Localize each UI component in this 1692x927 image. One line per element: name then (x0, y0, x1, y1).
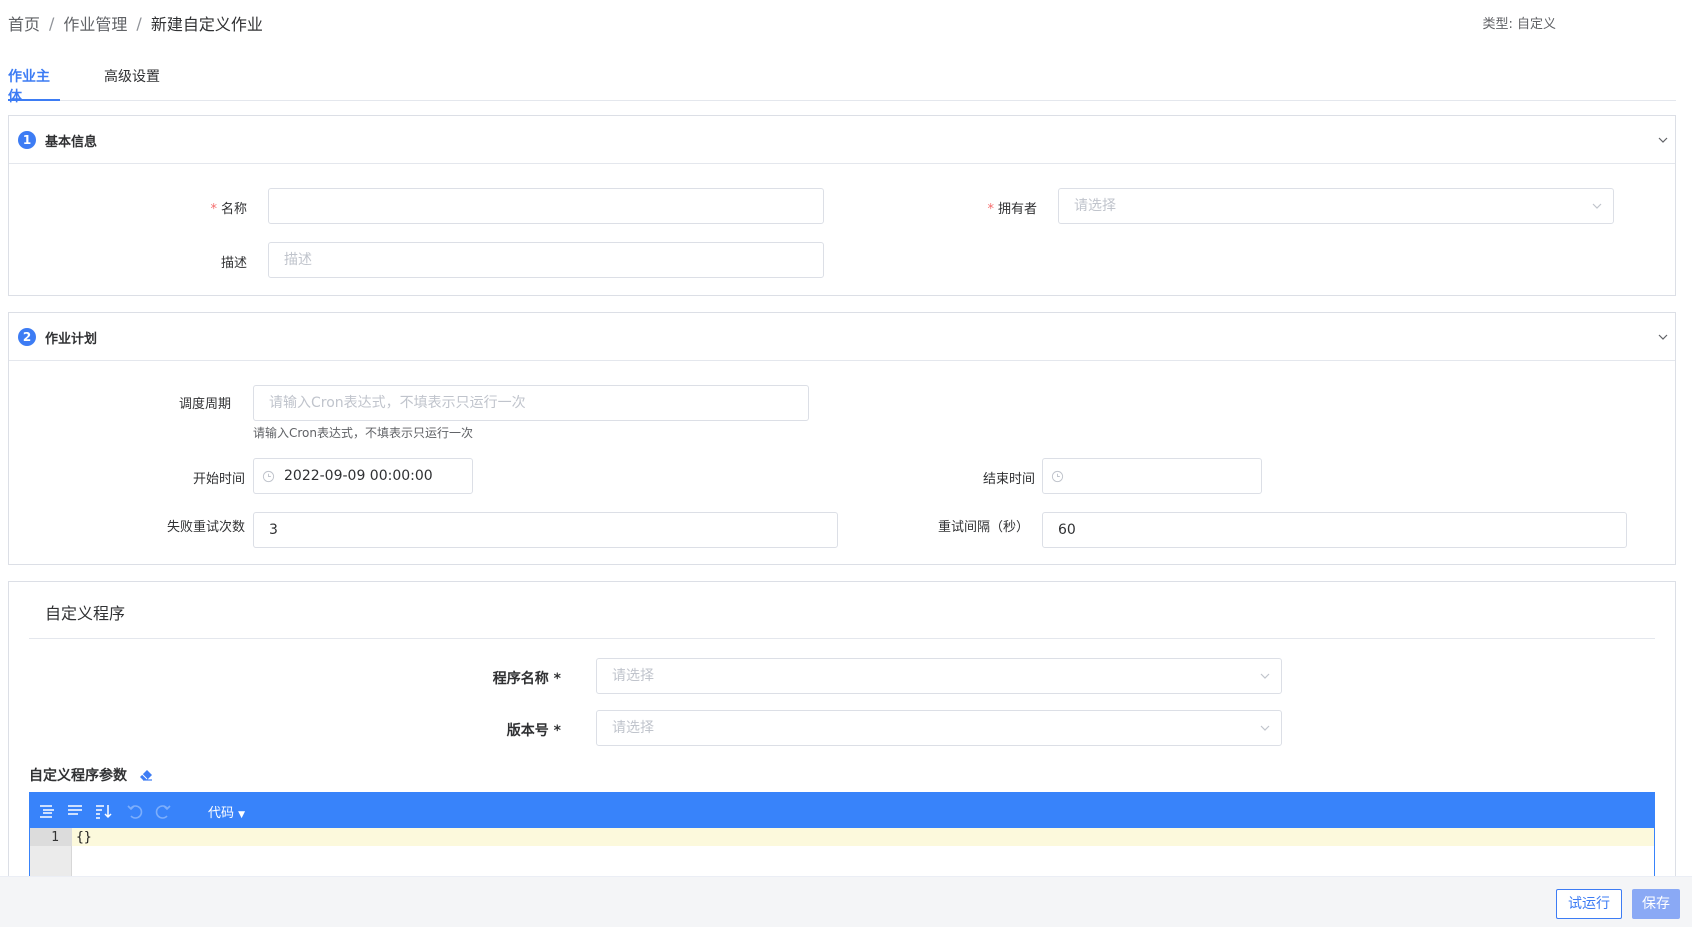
owner-label: * 拥有者 (987, 202, 1037, 217)
params-label: 自定义程序参数 (29, 768, 127, 784)
basic-info-header[interactable]: 1 基本信息 (9, 116, 1675, 164)
undo-icon[interactable] (126, 802, 144, 820)
schedule-section: 2 作业计划 调度周期 请输入Cron表达式，不填表示只运行一次 请输入Cron… (8, 312, 1676, 565)
required-asterisk: * (210, 202, 217, 217)
breadcrumb: 首页 / 作业管理 / 新建自定义作业 (8, 11, 263, 35)
description-input[interactable]: 描述 (268, 242, 824, 278)
retry-count-input[interactable]: 3 (253, 512, 838, 548)
version-label: 版本号 * (506, 723, 561, 739)
tab-advanced-settings[interactable]: 高级设置 (104, 66, 164, 101)
chevron-down-icon[interactable] (1657, 134, 1669, 146)
step-number-badge: 1 (18, 131, 36, 149)
start-time-label: 开始时间 (192, 472, 245, 487)
retry-count-label: 失败重试次数 (166, 520, 245, 535)
clock-icon (1051, 470, 1064, 483)
page-header: 首页 / 作业管理 / 新建自定义作业 类型: 自定义 (0, 0, 1692, 46)
footer-bar: 试运行 保存 (0, 876, 1692, 927)
chevron-down-icon (1592, 203, 1602, 209)
cron-input[interactable]: 请输入Cron表达式，不填表示只运行一次 (253, 385, 809, 421)
end-time-label: 结束时间 (982, 472, 1035, 487)
retry-interval-input[interactable]: 60 (1042, 512, 1627, 548)
cron-label: 调度周期 (178, 397, 231, 412)
program-name-select[interactable]: 请选择 (596, 658, 1282, 694)
clock-icon (262, 470, 275, 483)
tab-bar: 作业主体 高级设置 (8, 66, 1676, 105)
editor-mode-dropdown[interactable]: 代码 ▼ (208, 802, 245, 821)
editor-code[interactable]: {} (76, 830, 92, 845)
section-title: 作业计划 (45, 332, 98, 347)
owner-select[interactable]: 请选择 (1058, 188, 1614, 224)
step-number-badge: 2 (18, 328, 36, 346)
sort-icon[interactable] (94, 802, 112, 820)
breadcrumb-home[interactable]: 首页 (8, 11, 40, 35)
section-divider (29, 638, 1655, 639)
start-time-picker[interactable]: 2022-09-09 00:00:00 (253, 458, 473, 494)
name-label: * 名称 (210, 202, 247, 217)
caret-down-icon: ▼ (238, 810, 246, 820)
save-button[interactable]: 保存 (1632, 889, 1680, 919)
basic-info-section: 1 基本信息 * 名称 * 拥有者 请选择 描述 描述 (8, 115, 1676, 296)
section-title: 基本信息 (45, 135, 98, 150)
editor-body[interactable]: 1 {} (30, 828, 1654, 881)
redo-icon[interactable] (154, 802, 172, 820)
tab-job-main[interactable]: 作业主体 (8, 66, 60, 105)
chevron-down-icon (1260, 673, 1270, 679)
job-type-label: 类型: 自定义 (1482, 17, 1556, 32)
chevron-down-icon (1260, 725, 1270, 731)
breadcrumb-separator: / (136, 13, 142, 33)
version-select[interactable]: 请选择 (596, 710, 1282, 746)
json-editor[interactable]: 代码 ▼ 1 {} (29, 792, 1655, 882)
format-icon[interactable] (38, 802, 56, 820)
custom-program-section: 自定义程序 程序名称 * 请选择 版本号 * 请选择 自定义程序参数 代码 ▼ … (8, 581, 1676, 882)
schedule-header[interactable]: 2 作业计划 (9, 313, 1675, 361)
name-input[interactable] (268, 188, 824, 224)
chevron-down-icon[interactable] (1657, 331, 1669, 343)
active-line-highlight (30, 828, 1654, 846)
retry-interval-label: 重试间隔（秒） (937, 520, 1029, 535)
page-edge (1685, 0, 1692, 927)
end-time-picker[interactable] (1042, 458, 1262, 494)
eraser-icon[interactable] (139, 768, 153, 782)
editor-gutter: 1 (30, 828, 72, 881)
program-name-label: 程序名称 * (492, 671, 561, 687)
description-label: 描述 (220, 256, 247, 271)
compact-icon[interactable] (66, 802, 84, 820)
required-asterisk: * (987, 202, 994, 217)
owner-placeholder: 请选择 (1074, 198, 1116, 214)
cron-hint: 请输入Cron表达式，不填表示只运行一次 (253, 426, 473, 440)
breadcrumb-job-management[interactable]: 作业管理 (63, 11, 127, 35)
line-number: 1 (51, 830, 59, 845)
breadcrumb-separator: / (49, 13, 55, 33)
breadcrumb-current: 新建自定义作业 (150, 15, 263, 34)
trial-run-button[interactable]: 试运行 (1556, 889, 1622, 919)
editor-toolbar: 代码 ▼ (30, 793, 1654, 828)
section-title: 自定义程序 (45, 604, 126, 623)
